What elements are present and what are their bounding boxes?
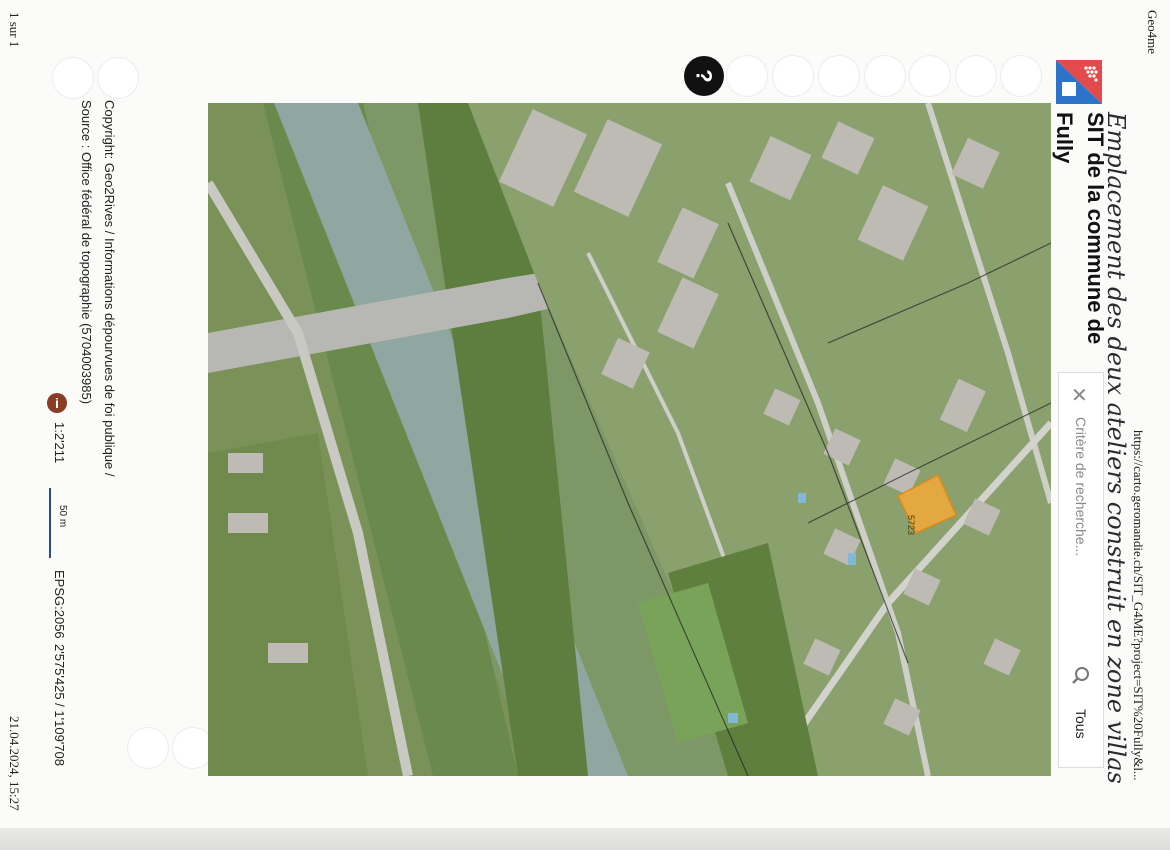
close-icon[interactable]: ✕ <box>1071 383 1088 408</box>
toolbar-button[interactable] <box>864 55 906 97</box>
toolbar-button[interactable] <box>1000 55 1042 97</box>
parcel-label: 5723 <box>906 515 916 535</box>
app-subtitle: Fully <box>1052 112 1077 164</box>
search-icon[interactable] <box>1070 665 1092 687</box>
copyright-text: Copyright: Geo2Rives / Informations dépo… <box>102 100 117 477</box>
scale-value: 1:2'211 <box>52 422 67 464</box>
scanner-edge <box>0 828 1170 850</box>
toolbar-button[interactable] <box>818 55 860 97</box>
help-button[interactable]: ? <box>684 56 724 96</box>
toolbar-button[interactable] <box>909 55 951 97</box>
print-timestamp: 21.04.2024, 15:27 <box>7 716 22 811</box>
help-icon: ? <box>691 69 717 83</box>
search-scope-select[interactable]: Tous <box>1073 709 1089 739</box>
map-control-button[interactable] <box>52 57 94 99</box>
info-icon[interactable]: i <box>47 393 67 413</box>
toolbar-button[interactable] <box>726 55 768 97</box>
map-coordinates: 2'575'425 / 1'109'708 <box>52 644 67 766</box>
scalebar-label: 50 m <box>57 505 68 528</box>
commune-logo <box>1056 60 1102 104</box>
map-view[interactable]: 5723 <box>208 103 1051 776</box>
search-bar[interactable]: ✕ Critère de recherche... Tous <box>1058 372 1104 768</box>
page-count: 1 sur 1 <box>7 12 22 48</box>
epsg-code: EPSG:2056 <box>52 570 67 639</box>
toolbar-button[interactable] <box>955 55 997 97</box>
app-title: SIT de la commune de <box>1083 112 1108 345</box>
search-input[interactable]: Critère de recherche... <box>1073 417 1089 556</box>
app-name: Geo4me <box>1145 10 1160 55</box>
toolbar-button[interactable] <box>772 55 814 97</box>
source-text: Source : Office fédéral de topographie (… <box>79 100 94 405</box>
scale-bar <box>49 488 51 558</box>
map-control-button[interactable] <box>97 57 139 99</box>
page-url: https://carto.geromandie.ch/SIT_G4ME?pro… <box>1131 430 1146 781</box>
zoom-control-button[interactable] <box>127 727 169 769</box>
